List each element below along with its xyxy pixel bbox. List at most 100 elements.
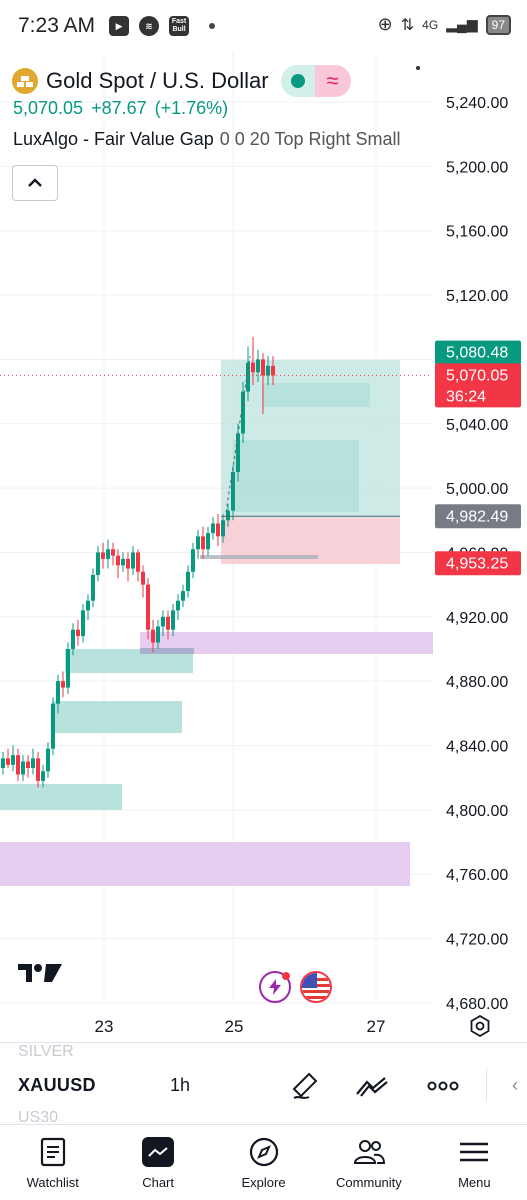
y-axis-tick-label: 5,240.00 xyxy=(446,95,508,112)
symbol-title: Gold Spot / U.S. Dollar xyxy=(46,68,269,93)
spotify-icon: ≋ xyxy=(139,16,160,36)
candle-body xyxy=(26,761,30,769)
candle-body xyxy=(191,549,195,572)
market-open-icon xyxy=(280,65,315,97)
price-change: +87.67 xyxy=(91,98,147,118)
y-axis-tick-label: 4,720.00 xyxy=(446,932,508,949)
chart-icon xyxy=(140,1135,176,1169)
status-time: 7:23 AM xyxy=(18,14,96,37)
nav-community-label: Community xyxy=(336,1175,402,1190)
candle-body xyxy=(171,610,175,630)
last-price: 5,070.05 xyxy=(13,98,84,118)
candle-body xyxy=(91,574,95,601)
indicator-name: LuxAlgo - Fair Value Gap xyxy=(13,129,214,149)
candle-body xyxy=(121,558,125,566)
candle-body xyxy=(81,610,85,637)
y-axis-tick-label: 5,160.00 xyxy=(446,224,508,241)
data-saver-icon: ⊕ xyxy=(377,14,393,34)
candle-body xyxy=(76,629,80,637)
candle-body xyxy=(61,681,65,688)
candle-body xyxy=(266,365,270,376)
x-axis-tick-label: 23 xyxy=(95,1017,114,1036)
more-button[interactable] xyxy=(426,1069,460,1103)
youtube-icon: ▶ xyxy=(109,16,130,36)
toolbar-divider xyxy=(486,1069,487,1101)
candle-body xyxy=(36,758,40,781)
chart-area[interactable]: 5,240.005,200.005,160.005,120.005,080.00… xyxy=(0,52,527,1042)
y-axis-tick-label: 5,040.00 xyxy=(446,417,508,434)
candle-body xyxy=(256,359,260,373)
economic-events-button[interactable] xyxy=(300,971,332,1003)
y-axis-tick-label: 4,920.00 xyxy=(446,610,508,627)
candle-body xyxy=(216,523,220,537)
menu-icon xyxy=(456,1135,492,1169)
y-axis-tick-label: 4,760.00 xyxy=(446,867,508,884)
candle-body xyxy=(6,758,10,765)
price-chart[interactable]: 5,240.005,200.005,160.005,120.005,080.00… xyxy=(0,52,527,1042)
candle-body xyxy=(221,520,225,537)
nav-watchlist[interactable]: Watchlist xyxy=(0,1125,105,1200)
market-status-toggle[interactable]: ≈ xyxy=(280,65,351,97)
wave-icon: ≈ xyxy=(314,65,351,97)
nav-community[interactable]: Community xyxy=(316,1125,421,1200)
fvg-mitigation-bar xyxy=(200,555,318,559)
candle-body xyxy=(231,472,235,511)
fvg-zone xyxy=(262,383,370,407)
previous-symbol[interactable]: SILVER xyxy=(18,1043,74,1061)
x-axis-tick-label: 25 xyxy=(225,1017,244,1036)
candle-body xyxy=(236,433,240,473)
interval-button[interactable]: 1h xyxy=(170,1075,190,1096)
fvg-zone xyxy=(233,440,359,512)
nav-chart-label: Chart xyxy=(142,1175,174,1190)
arrow-left-icon[interactable]: ‹ xyxy=(512,1075,518,1096)
nav-explore[interactable]: Explore xyxy=(211,1125,316,1200)
nav-menu-label: Menu xyxy=(458,1175,491,1190)
drawings-button[interactable] xyxy=(355,1069,389,1103)
candle-body xyxy=(156,626,160,643)
candle-body xyxy=(111,549,115,556)
nav-menu[interactable]: Menu xyxy=(422,1125,527,1200)
y-axis-tick-label: 5,120.00 xyxy=(446,288,508,305)
more-dot-icon xyxy=(416,66,420,70)
candle-body xyxy=(176,600,180,611)
collapse-legend-button[interactable] xyxy=(12,165,58,201)
candle-body xyxy=(86,600,90,611)
flash-button[interactable] xyxy=(259,971,291,1003)
price-label-text: 4,953.25 xyxy=(446,555,508,572)
bolt-icon xyxy=(269,979,281,995)
notification-dot-icon xyxy=(209,23,216,29)
candle-body xyxy=(51,703,55,749)
candle-body xyxy=(96,552,100,575)
candle-body xyxy=(16,755,20,775)
indicator-legend[interactable]: LuxAlgo - Fair Value Gap 0 0 20 Top Righ… xyxy=(13,129,401,150)
scale-settings-icon[interactable] xyxy=(468,1014,492,1038)
symbol-header[interactable]: Gold Spot / U.S. Dollar ≈ xyxy=(12,65,351,97)
y-axis-tick-label: 5,200.00 xyxy=(446,159,508,176)
candle-body xyxy=(226,510,230,521)
more-icon xyxy=(427,1081,459,1091)
candle-body xyxy=(211,523,215,534)
brush-button[interactable] xyxy=(287,1069,321,1103)
candle-body xyxy=(41,771,45,781)
price-label-text: 5,070.05 xyxy=(446,367,508,384)
candle-body xyxy=(66,648,70,688)
nav-chart[interactable]: Chart xyxy=(105,1125,210,1200)
candle-body xyxy=(116,555,120,566)
candle-body xyxy=(181,591,185,601)
candle-body xyxy=(186,571,190,592)
signal-arrows-icon: ⇅ xyxy=(400,16,415,34)
symbol-button[interactable]: XAUUSD xyxy=(18,1075,96,1096)
drawings-icon xyxy=(356,1077,388,1097)
candle-body xyxy=(196,536,200,550)
candle-body xyxy=(101,552,105,559)
x-axis-tick-label: 27 xyxy=(367,1017,386,1036)
candle-body xyxy=(131,552,135,569)
fvg-mitigation-bar xyxy=(140,648,194,654)
y-axis-tick-label: 4,680.00 xyxy=(446,996,508,1013)
candle-body xyxy=(46,748,50,772)
candle-body xyxy=(201,536,205,550)
status-bar: 7:23 AM ▶ ≋ Fast Bull ⊕ ⇅ 4G ▂▄▆ 97 xyxy=(0,0,527,52)
watchlist-icon xyxy=(35,1135,71,1169)
y-axis-tick-label: 4,840.00 xyxy=(446,739,508,756)
compass-icon xyxy=(246,1135,282,1169)
